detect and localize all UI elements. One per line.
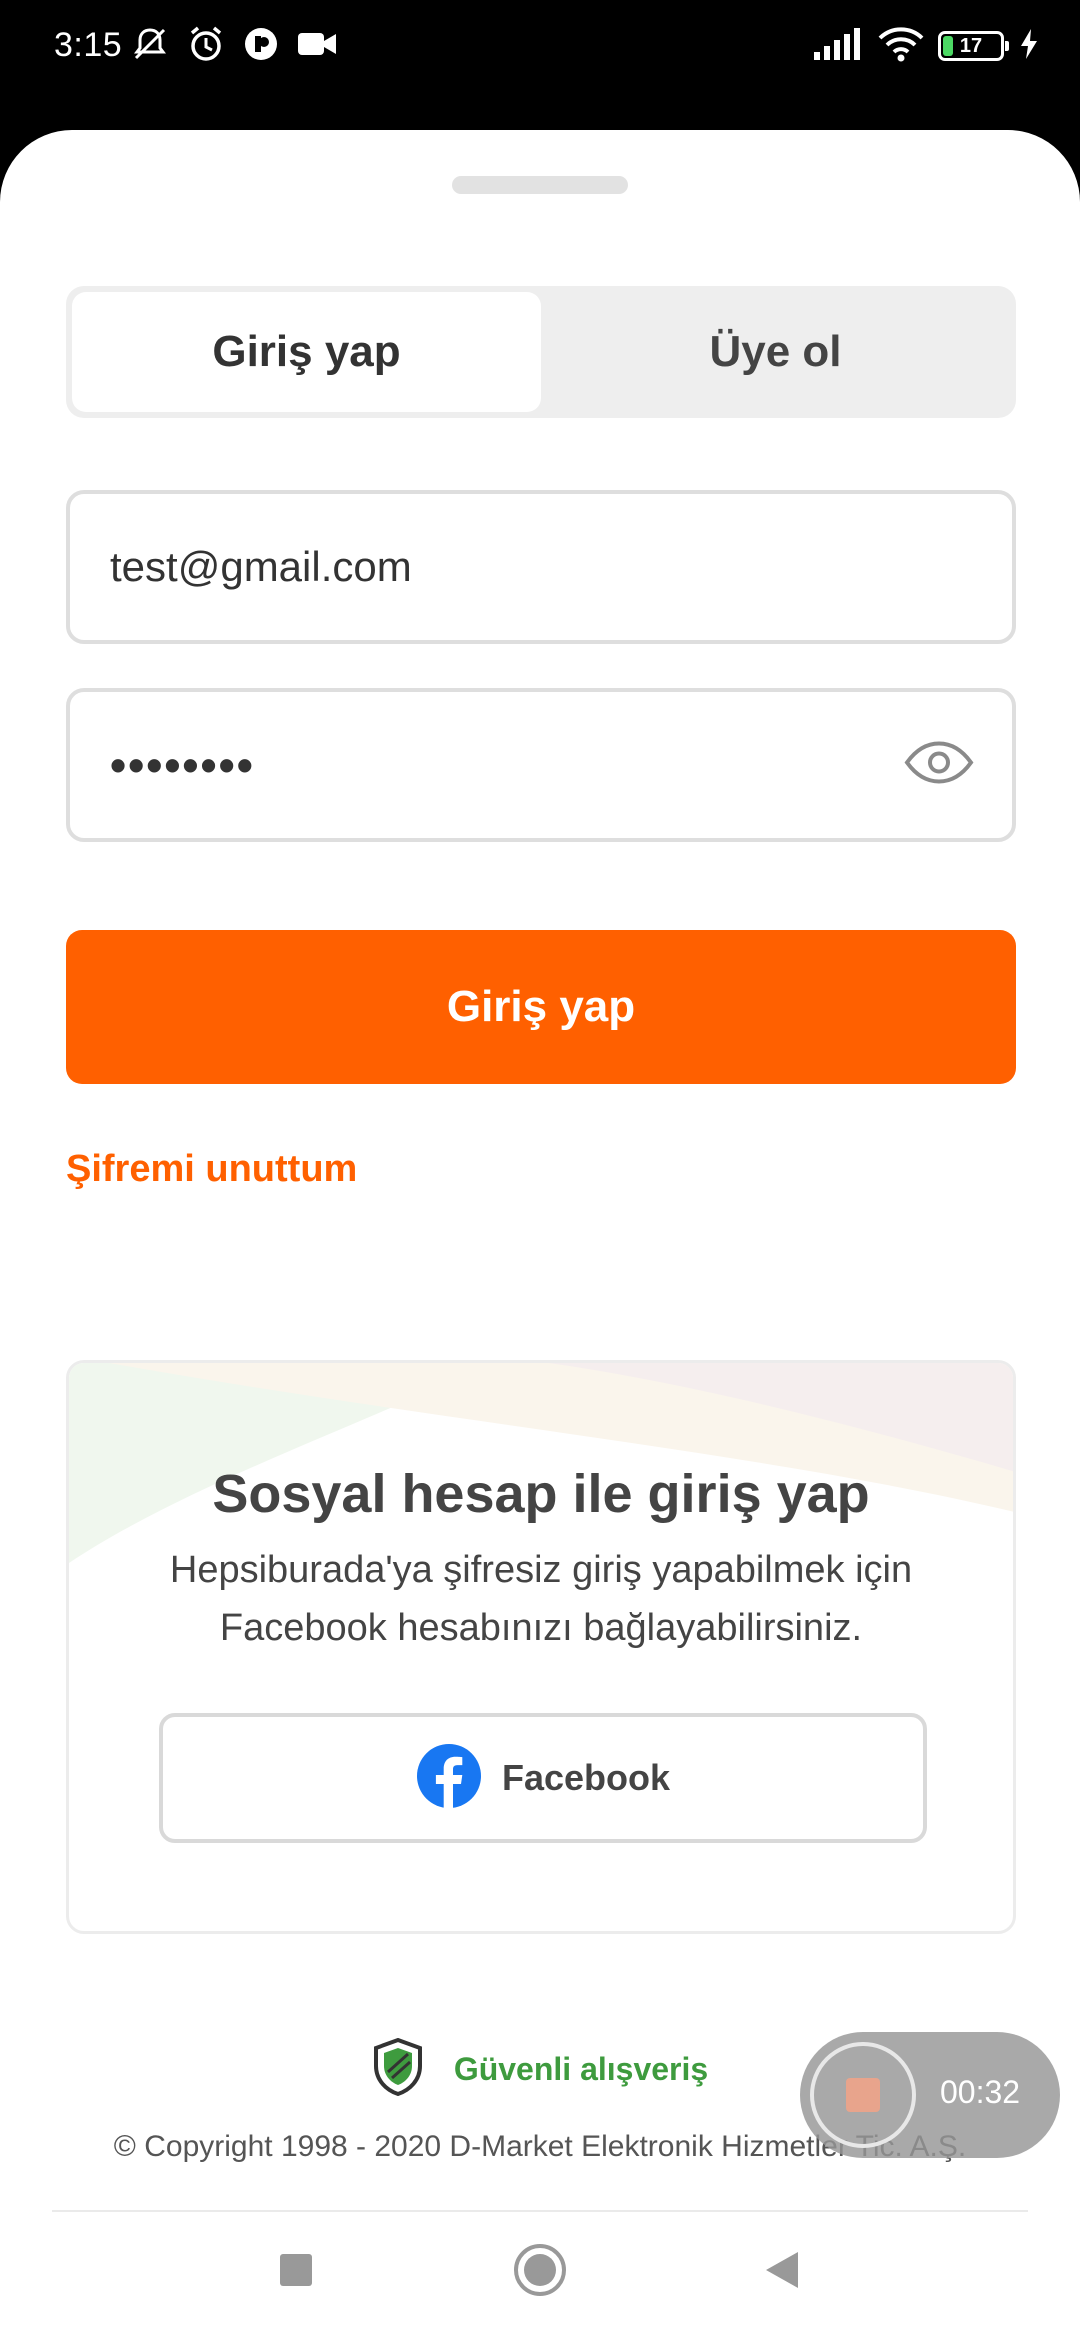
social-login-card: Sosyal hesap ile giriş yap Hepsiburada'y… bbox=[66, 1360, 1016, 1934]
home-icon[interactable] bbox=[510, 2240, 570, 2300]
charging-icon bbox=[1018, 27, 1040, 66]
video-icon bbox=[296, 27, 338, 66]
recording-time: 00:32 bbox=[940, 2074, 1021, 2110]
battery-level: 17 bbox=[959, 34, 983, 57]
email-value: test@gmail.com bbox=[110, 543, 412, 590]
social-description-line2: Facebook hesabınızı bağlayabilirsiniz. bbox=[219, 1607, 863, 1649]
wifi-icon bbox=[878, 26, 924, 67]
social-description-line1: Hepsiburada'ya şifresiz giriş yapabilmek… bbox=[169, 1549, 913, 1591]
shield-icon bbox=[372, 2037, 424, 2101]
alarm-icon bbox=[186, 24, 226, 69]
battery-icon: 17 bbox=[938, 31, 1009, 61]
password-value: •••••••• bbox=[110, 739, 255, 791]
eye-icon[interactable] bbox=[904, 741, 974, 790]
login-button[interactable]: Giriş yap bbox=[66, 930, 1016, 1084]
drag-handle[interactable] bbox=[452, 176, 628, 194]
social-login-description: Hepsiburada'ya şifresiz giriş yapabilmek… bbox=[69, 1541, 1013, 1657]
footer-divider bbox=[52, 2210, 1028, 2212]
social-login-title: Sosyal hesap ile giriş yap bbox=[212, 1464, 870, 1524]
status-left-icons bbox=[130, 24, 338, 68]
facebook-button-label: Facebook bbox=[501, 1757, 671, 1798]
stop-icon bbox=[846, 2078, 880, 2112]
email-field[interactable]: test@gmail.com bbox=[66, 490, 1016, 644]
tab-login[interactable]: Giriş yap bbox=[72, 292, 541, 412]
status-right-icons: 17 bbox=[812, 24, 1040, 68]
status-time: 3:15 bbox=[54, 26, 123, 64]
app-icon bbox=[242, 25, 280, 68]
facebook-login-button[interactable]: Facebook bbox=[159, 1713, 927, 1843]
signal-icon bbox=[812, 26, 864, 67]
auth-tab-switch: Giriş yap Üye ol bbox=[66, 286, 1016, 418]
stop-recording-button[interactable] bbox=[810, 2042, 916, 2148]
recents-icon[interactable] bbox=[266, 2240, 326, 2300]
login-sheet: Giriş yap Üye ol test@gmail.com ••••••••… bbox=[0, 130, 1080, 2340]
back-icon[interactable] bbox=[752, 2240, 812, 2300]
navigation-bar bbox=[0, 2220, 1080, 2340]
secure-shopping-label: Güvenli alışveriş bbox=[453, 2051, 709, 2087]
password-field[interactable]: •••••••• bbox=[66, 688, 1016, 842]
tab-register[interactable]: Üye ol bbox=[541, 292, 1010, 412]
facebook-icon bbox=[416, 1743, 482, 1814]
battery-fill bbox=[943, 36, 953, 56]
screen-recorder-bubble[interactable]: 00:32 bbox=[800, 2032, 1060, 2158]
forgot-password-link[interactable]: Şifremi unuttum bbox=[66, 1148, 357, 1191]
mute-icon bbox=[130, 24, 170, 69]
status-bar: 3:15 17 bbox=[0, 0, 1080, 130]
